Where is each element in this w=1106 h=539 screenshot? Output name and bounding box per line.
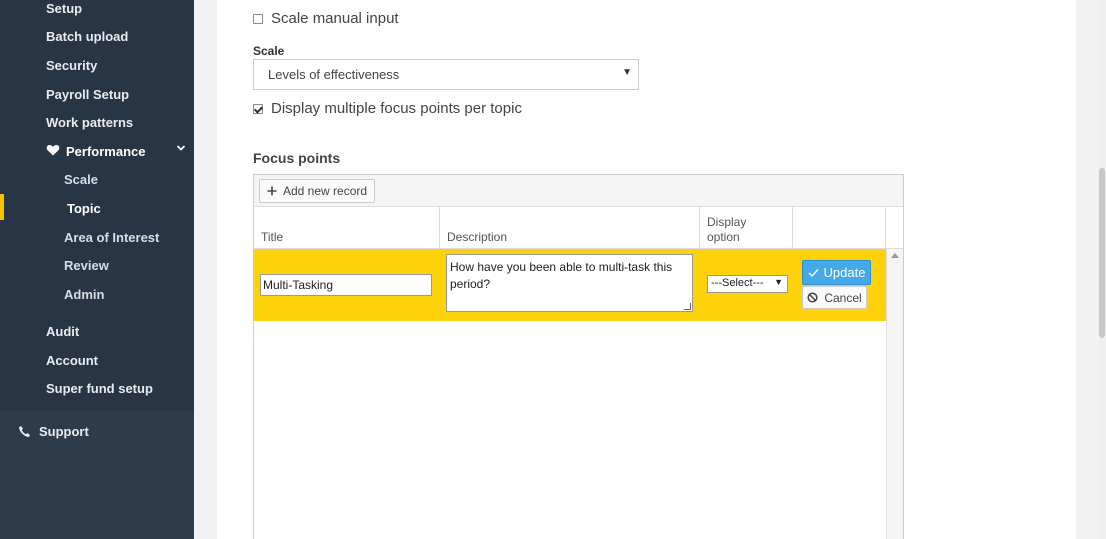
sidebar-item-support[interactable]: Support	[18, 424, 89, 439]
edit-row: Multi-Tasking How have you been able to …	[254, 249, 886, 321]
focus-points-grid: Add new record Title Description Display…	[253, 174, 904, 539]
main-panel: Scale manual input Scale Levels of effec…	[217, 0, 1076, 539]
description-textarea[interactable]: How have you been able to multi-task thi…	[446, 254, 693, 312]
support-label: Support	[39, 424, 89, 439]
column-header-title[interactable]: Title	[254, 207, 440, 249]
caret-down-icon: ▼	[774, 277, 783, 287]
sidebar-item-review[interactable]: Review	[64, 258, 109, 273]
multiple-focus-row: Display multiple focus points per topic	[253, 100, 522, 117]
chevron-down-icon[interactable]	[176, 143, 186, 153]
focus-points-title: Focus points	[253, 150, 341, 166]
add-new-record-button[interactable]: Add new record	[259, 179, 376, 203]
sidebar: Setup Batch upload Security Payroll Setu…	[0, 0, 194, 539]
resize-handle[interactable]	[684, 303, 691, 310]
heart-icon	[46, 145, 60, 156]
scale-select-value: Levels of effectiveness	[268, 67, 400, 82]
sidebar-item-security[interactable]: Security	[46, 58, 97, 73]
multiple-focus-checkbox[interactable]	[253, 103, 263, 114]
update-label: Update	[823, 265, 866, 280]
plus-icon	[267, 186, 277, 196]
scale-manual-input-checkbox[interactable]	[253, 13, 263, 24]
cancel-label: Cancel	[824, 290, 862, 305]
scale-manual-input-row: Scale manual input	[253, 10, 399, 27]
check-icon	[808, 268, 819, 277]
sidebar-item-batch-upload[interactable]: Batch upload	[46, 29, 128, 44]
sidebar-item-scale[interactable]: Scale	[64, 172, 98, 187]
page-scrollbar-thumb[interactable]	[1099, 168, 1105, 338]
cancel-icon	[807, 292, 818, 303]
description-text: How have you been able to multi-task thi…	[450, 260, 673, 291]
grid-header: Title Description Display option	[254, 207, 903, 249]
sidebar-item-topic[interactable]: Topic	[67, 201, 101, 216]
display-option-select[interactable]: ---Select--- ▼	[707, 275, 788, 293]
scale-select[interactable]: Levels of effectiveness ▼	[253, 59, 639, 90]
sidebar-item-admin[interactable]: Admin	[64, 287, 104, 302]
active-indicator	[0, 194, 4, 220]
column-header-actions	[793, 207, 886, 249]
caret-down-icon: ▼	[622, 67, 632, 78]
grid-scrollbar[interactable]	[886, 249, 903, 539]
multiple-focus-label: Display multiple focus points per topic	[271, 100, 522, 117]
sidebar-item-audit[interactable]: Audit	[46, 324, 79, 339]
sidebar-item-work-patterns[interactable]: Work patterns	[46, 115, 133, 130]
grid-toolbar: Add new record	[254, 175, 903, 207]
phone-icon	[19, 426, 30, 437]
sidebar-item-super-fund-setup[interactable]: Super fund setup	[46, 381, 153, 396]
display-option-value: ---Select---	[711, 277, 764, 289]
add-new-record-label: Add new record	[283, 184, 368, 198]
scale-manual-input-label: Scale manual input	[271, 10, 399, 27]
column-header-description[interactable]: Description	[440, 207, 700, 249]
sidebar-item-area-of-interest[interactable]: Area of Interest	[64, 230, 159, 245]
sidebar-item-performance[interactable]: Performance	[66, 144, 145, 159]
title-input[interactable]: Multi-Tasking	[260, 274, 432, 296]
sidebar-item-setup[interactable]: Setup	[46, 1, 82, 16]
sidebar-item-payroll-setup[interactable]: Payroll Setup	[46, 87, 129, 102]
column-header-display-option[interactable]: Display option	[700, 207, 793, 249]
sidebar-item-account[interactable]: Account	[46, 353, 98, 368]
scale-label: Scale	[253, 44, 285, 58]
page-scrollbar[interactable]	[1098, 0, 1106, 539]
update-button[interactable]: Update	[802, 260, 871, 285]
cancel-button[interactable]: Cancel	[802, 286, 867, 309]
scroll-up-icon[interactable]	[891, 253, 899, 258]
